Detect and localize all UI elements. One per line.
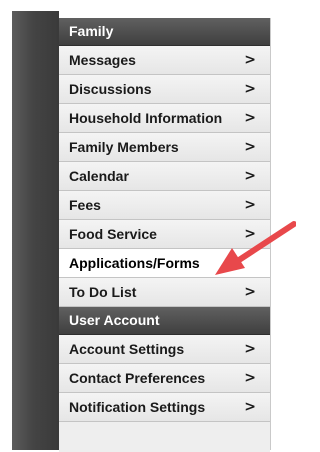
nav-item-label: Calendar (69, 168, 129, 184)
nav-item-notification-settings[interactable]: Notification Settings > (59, 393, 270, 422)
chevron-right-icon: > (244, 110, 256, 126)
nav-item-to-do-list[interactable]: To Do List > (59, 278, 270, 307)
nav-item-food-service[interactable]: Food Service > (59, 220, 270, 249)
nav-item-label: Applications/Forms (69, 255, 200, 271)
nav-item-label: Notification Settings (69, 399, 206, 415)
chevron-right-icon: > (244, 197, 256, 213)
nav-item-label: Contact Preferences (69, 370, 206, 386)
chevron-right-icon: > (244, 399, 256, 415)
section-header-user-account: User Account (59, 307, 270, 335)
nav-item-label: Household Information (69, 110, 223, 126)
chevron-right-icon: > (244, 139, 256, 155)
nav-item-household-information[interactable]: Household Information > (59, 104, 270, 133)
nav-item-label: Fees (69, 197, 101, 213)
nav-item-account-settings[interactable]: Account Settings > (59, 335, 270, 364)
nav-item-calendar[interactable]: Calendar > (59, 162, 270, 191)
nav-item-label: Discussions (69, 81, 152, 97)
chevron-right-icon: > (244, 284, 256, 300)
chevron-right-icon: > (244, 168, 256, 184)
nav-item-messages[interactable]: Messages > (59, 46, 270, 75)
nav-item-discussions[interactable]: Discussions > (59, 75, 270, 104)
nav-item-label: Family Members (69, 139, 179, 155)
nav-item-contact-preferences[interactable]: Contact Preferences > (59, 364, 270, 393)
section-header-family: Family (59, 18, 270, 46)
chevron-right-icon: > (244, 370, 256, 386)
nav-item-label: Food Service (69, 226, 157, 242)
chevron-right-icon: > (244, 226, 256, 242)
nav-item-applications-forms[interactable]: Applications/Forms (59, 249, 270, 278)
chevron-right-icon: > (244, 81, 256, 97)
nav-item-label: Messages (69, 52, 136, 68)
nav-item-label: To Do List (69, 284, 137, 300)
panel-filler (59, 422, 270, 452)
nav-item-fees[interactable]: Fees > (59, 191, 270, 220)
nav-panel: Family Messages > Discussions > Househol… (59, 18, 271, 452)
chevron-right-icon: > (244, 341, 256, 357)
chevron-right-icon: > (244, 52, 256, 68)
left-rail (12, 11, 59, 450)
nav-item-label: Account Settings (69, 341, 185, 357)
nav-item-family-members[interactable]: Family Members > (59, 133, 270, 162)
